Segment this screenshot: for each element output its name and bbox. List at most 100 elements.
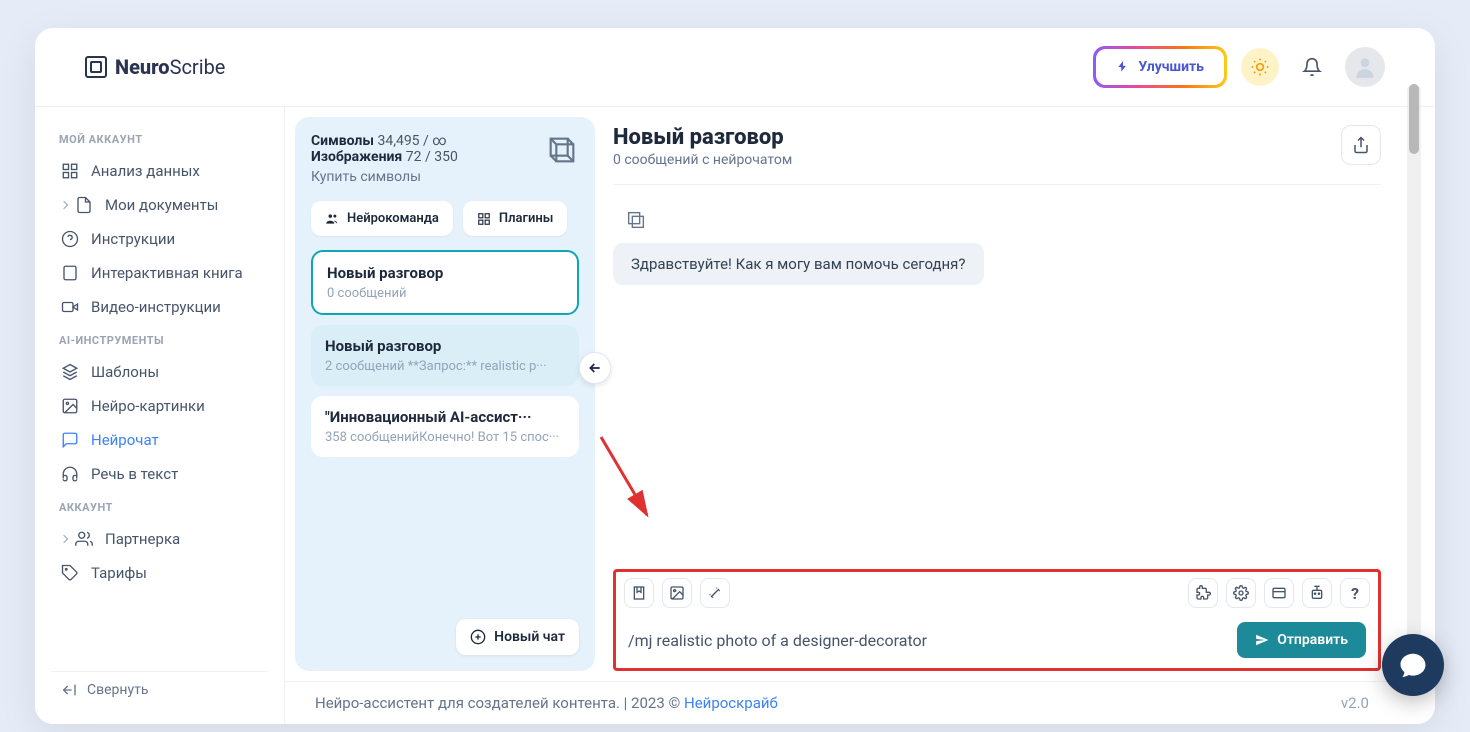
headphones-icon	[61, 465, 79, 483]
plugin-button[interactable]	[1188, 578, 1218, 608]
footer-link[interactable]: Нейроскрайб	[684, 694, 778, 712]
chat-title: Новый разговор	[613, 125, 792, 150]
wand-icon	[707, 585, 723, 601]
sidebar-item-instructions[interactable]: Инструкции	[51, 222, 268, 256]
plus-circle-icon	[470, 629, 486, 645]
notifications-button[interactable]	[1293, 48, 1331, 86]
sidebar-item-label: Партнерка	[105, 530, 180, 548]
images-stat: Изображения 72 / 350	[311, 149, 458, 165]
footer-text: Нейро-ассистент для создателей контента.…	[315, 694, 778, 712]
sidebar-item-video-instructions[interactable]: Видео-инструкции	[51, 290, 268, 324]
support-chat-fab[interactable]	[1382, 634, 1444, 696]
user-icon	[1352, 54, 1378, 80]
conversation-item[interactable]: "Инновационный AI-ассист··· 358 сообщени…	[311, 396, 579, 457]
robot-icon	[1309, 585, 1325, 601]
chat-icon	[61, 431, 79, 449]
cube-small-icon	[625, 209, 647, 231]
collapse-panel-button[interactable]	[579, 352, 611, 384]
sidebar-item-speech-to-text[interactable]: Речь в текст	[51, 457, 268, 491]
robot-button[interactable]	[1302, 578, 1332, 608]
bot-avatar	[621, 205, 651, 235]
conversation-list: Новый разговор 0 сообщений Новый разгово…	[311, 250, 579, 457]
sidebar-item-my-documents[interactable]: Мои документы	[51, 188, 268, 222]
sidebar-item-label: Нейро-картинки	[91, 397, 205, 415]
logo-icon	[85, 56, 107, 78]
chat-bubble-icon	[1398, 650, 1428, 680]
sidebar: МОЙ АККАУНТ Анализ данных Мои документы …	[35, 107, 285, 724]
tag-icon	[61, 564, 79, 582]
sidebar-item-label: Видео-инструкции	[91, 298, 221, 316]
sidebar-item-neurochat[interactable]: Нейрочат	[51, 423, 268, 457]
prompt-library-button[interactable]	[624, 578, 654, 608]
sidebar-section-acc: АККАУНТ	[59, 501, 260, 514]
upgrade-label: Улучшить	[1138, 59, 1204, 75]
composer-toolbar: ?	[616, 572, 1378, 614]
send-button[interactable]: Отправить	[1237, 622, 1366, 658]
book-icon	[61, 264, 79, 282]
body: МОЙ АККАУНТ Анализ данных Мои документы …	[35, 107, 1435, 724]
buy-symbols-link[interactable]: Купить символы	[311, 169, 458, 185]
symbols-stat: Символы 34,495 / ∞	[311, 133, 458, 149]
annotation-arrow	[591, 429, 661, 529]
chat-subtitle: 0 сообщений с нейрочатом	[613, 152, 792, 168]
question-icon: ?	[1351, 584, 1359, 603]
file-icon	[75, 196, 93, 214]
theme-toggle[interactable]	[1241, 48, 1279, 86]
conversation-item[interactable]: Новый разговор 2 сообщений **Запрос:** r…	[311, 325, 579, 386]
message-input[interactable]	[628, 623, 1225, 658]
settings-button[interactable]	[1226, 578, 1256, 608]
sidebar-item-label: Мои документы	[105, 196, 218, 214]
sidebar-item-partner[interactable]: Партнерка	[51, 522, 268, 556]
upgrade-button-wrap: Улучшить	[1093, 46, 1227, 88]
collapse-sidebar[interactable]: Свернуть	[51, 671, 268, 708]
conversation-title: Новый разговор	[327, 264, 563, 282]
layout-button[interactable]	[1264, 578, 1294, 608]
share-button[interactable]	[1341, 125, 1381, 165]
layers-icon	[61, 363, 79, 381]
sidebar-item-label: Шаблоны	[91, 363, 159, 381]
main: Символы 34,495 / ∞ Изображения 72 / 350 …	[285, 107, 1435, 724]
chat-area: Новый разговор 0 сообщений с нейрочатом …	[595, 107, 1399, 681]
logo-bold: Neuro	[115, 55, 170, 79]
header-right: Улучшить	[1093, 46, 1385, 88]
new-chat-button[interactable]: Новый чат	[456, 619, 579, 655]
conversation-title: Новый разговор	[325, 337, 565, 355]
magic-button[interactable]	[700, 578, 730, 608]
bell-icon	[1302, 57, 1322, 77]
chat-list-panel: Символы 34,495 / ∞ Изображения 72 / 350 …	[295, 117, 595, 671]
upgrade-button[interactable]: Улучшить	[1096, 49, 1224, 85]
team-icon	[325, 212, 339, 226]
messages: Здравствуйте! Как я могу вам помочь сего…	[613, 185, 1381, 569]
puzzle-icon	[1195, 585, 1211, 601]
arrow-left-icon	[587, 360, 603, 376]
sidebar-item-neuro-images[interactable]: Нейро-картинки	[51, 389, 268, 423]
sidebar-item-label: Нейрочат	[91, 431, 159, 449]
sidebar-item-label: Инструкции	[91, 230, 175, 248]
conversation-item[interactable]: Новый разговор 0 сообщений	[311, 250, 579, 315]
conversation-sub: 2 сообщений **Запрос:** realistic p···	[325, 359, 565, 374]
avatar[interactable]	[1345, 47, 1385, 87]
rocket-icon	[1116, 60, 1130, 74]
sidebar-item-tariffs[interactable]: Тарифы	[51, 556, 268, 590]
chat-header: Новый разговор 0 сообщений с нейрочатом	[613, 117, 1381, 185]
tab-neuroteam[interactable]: Нейрокоманда	[311, 201, 453, 236]
sidebar-item-data-analysis[interactable]: Анализ данных	[51, 154, 268, 188]
scrollbar-thumb[interactable]	[1409, 84, 1419, 154]
header: NeuroScribe Улучшить	[35, 28, 1435, 107]
tab-plugins[interactable]: Плагины	[463, 201, 567, 236]
sidebar-section-ai: AI-ИНСТРУМЕНТЫ	[59, 334, 260, 347]
cube-icon	[545, 133, 579, 167]
logo[interactable]: NeuroScribe	[85, 55, 225, 79]
logo-light: Scribe	[170, 55, 226, 79]
sidebar-item-templates[interactable]: Шаблоны	[51, 355, 268, 389]
conversation-title: "Инновационный AI-ассист···	[325, 408, 565, 426]
sun-icon	[1250, 57, 1270, 77]
help-button[interactable]: ?	[1340, 578, 1370, 608]
sidebar-item-interactive-book[interactable]: Интерактивная книга	[51, 256, 268, 290]
version: v2.0	[1341, 694, 1369, 712]
upload-image-button[interactable]	[662, 578, 692, 608]
grid-icon	[61, 162, 79, 180]
help-circle-icon	[61, 230, 79, 248]
scrollbar[interactable]: ▼	[1407, 84, 1421, 668]
layout-icon	[1271, 585, 1287, 601]
